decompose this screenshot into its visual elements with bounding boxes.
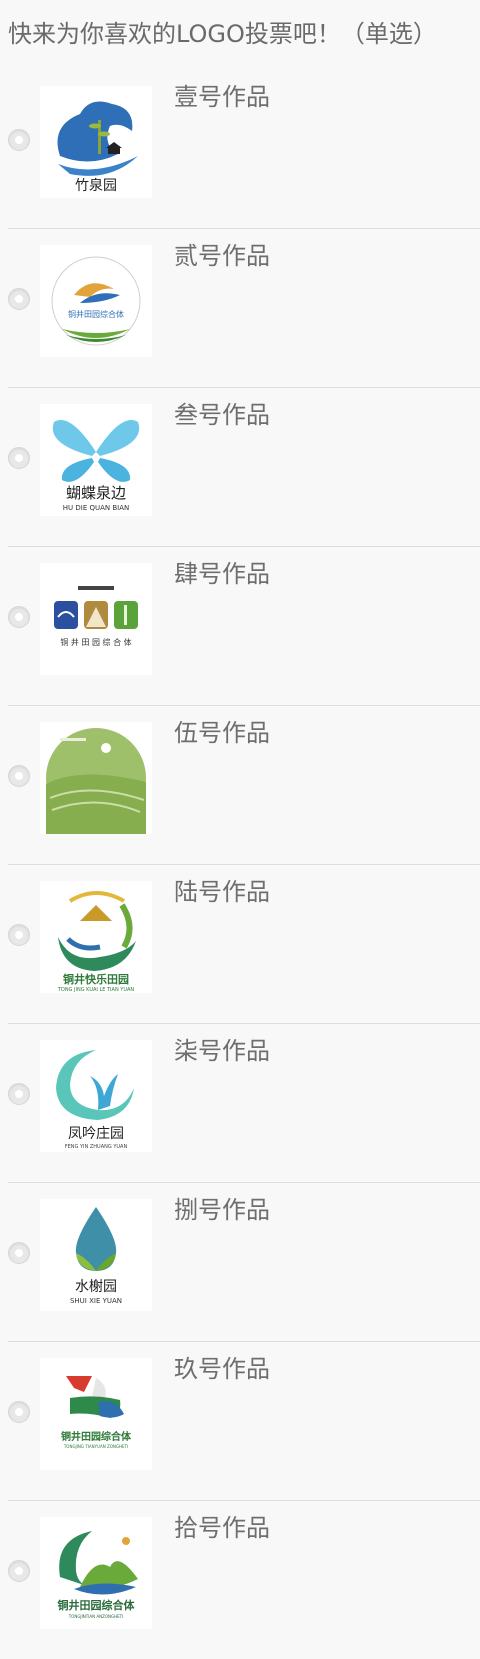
radio-button[interactable] [8,1401,30,1423]
option-1[interactable]: 竹泉园 壹号作品 [8,70,480,229]
logo-2-graphic: 铜井田园综合体 [51,256,141,346]
logo-caption: 蝴蝶泉边 [66,484,126,502]
option-logo-image: 蝴蝶泉边 HU DIE QUAN BIAN [40,404,152,516]
logo-subcaption: HU DIE QUAN BIAN [63,504,130,512]
option-label: 肆号作品 [174,560,270,588]
option-6[interactable]: 铜井快乐田园 TONG JING KUAI LE TIAN YUAN 陆号作品 [8,865,480,1024]
radio-button[interactable] [8,606,30,628]
option-logo-image: 铜井田园综合体 [40,245,152,357]
radio-button[interactable] [8,447,30,469]
logo-caption: 凤吟庄园 [68,1125,124,1142]
logo-caption: 铜井田园综合体 [61,1430,132,1443]
option-8[interactable]: 水榭园 SHUI XIE YUAN 捌号作品 [8,1183,480,1342]
logo-3-graphic: 蝴蝶泉边 HU DIE QUAN BIAN [52,420,140,512]
logo-subcaption: SHUI XIE YUAN [70,1297,122,1305]
option-7[interactable]: 凤吟庄园 FENG YIN ZHUANG YUAN 柒号作品 [8,1024,480,1183]
option-logo-image: 竹泉园 [40,86,152,198]
logo-caption: 铜井快乐田园 [62,972,129,986]
option-logo-image [40,722,152,834]
radio-button[interactable] [8,1560,30,1582]
logo-subcaption: FENG YIN ZHUANG YUAN [65,1144,128,1150]
option-label: 壹号作品 [174,83,270,111]
option-3[interactable]: 蝴蝶泉边 HU DIE QUAN BIAN 叁号作品 [8,388,480,547]
option-logo-image: 铜 井 田 园 综 合 体 [40,563,152,675]
logo-8-graphic: 水榭园 SHUI XIE YUAN [70,1207,122,1305]
option-label: 柒号作品 [174,1037,270,1065]
option-label: 玖号作品 [174,1355,270,1383]
logo-10-graphic: 铜井田园综合体 TONGJINTIAN ANZONGHETI [57,1531,138,1619]
logo-subcaption: TONGJINTIAN ANZONGHETI [68,1614,124,1619]
radio-button[interactable] [8,1242,30,1264]
logo-caption: 竹泉园 [75,177,117,194]
logo-9-graphic: 铜井田园综合体 TONGJING TIANYUAN ZONGHETI [61,1376,132,1449]
question-title: 快来为你喜欢的LOGO投票吧！（单选） [8,20,437,48]
option-logo-image: 铜井田园综合体 TONGJINTIAN ANZONGHETI [40,1517,152,1629]
option-logo-image: 水榭园 SHUI XIE YUAN [40,1199,152,1311]
option-9[interactable]: 铜井田园综合体 TONGJING TIANYUAN ZONGHETI 玖号作品 [8,1342,480,1501]
option-label: 陆号作品 [174,878,270,906]
logo-subcaption: TONGJING TIANYUAN ZONGHETI [63,1444,128,1449]
option-5[interactable]: 伍号作品 [8,706,480,865]
radio-button[interactable] [8,288,30,310]
radio-button[interactable] [8,924,30,946]
logo-7-graphic: 凤吟庄园 FENG YIN ZHUANG YUAN [56,1050,134,1150]
option-logo-image: 铜井快乐田园 TONG JING KUAI LE TIAN YUAN [40,881,152,993]
logo-5-graphic [46,728,146,834]
option-logo-image: 铜井田园综合体 TONGJING TIANYUAN ZONGHETI [40,1358,152,1470]
logo-caption: 铜 井 田 园 综 合 体 [60,637,131,647]
radio-button[interactable] [8,1083,30,1105]
option-label: 叁号作品 [174,401,270,429]
logo-caption: 铜井田园综合体 [68,309,124,319]
logo-caption: 水榭园 [75,1279,117,1295]
logo-caption: 铜井田园综合体 [57,1598,136,1612]
radio-button[interactable] [8,765,30,787]
options-list: 竹泉园 壹号作品 铜井田园综合体 贰号作品 蝴蝶泉边 HU DIE QUAN B… [0,70,480,1659]
option-label: 拾号作品 [174,1514,270,1542]
option-label: 贰号作品 [174,242,270,270]
option-label: 捌号作品 [174,1196,270,1224]
logo-1-graphic: 竹泉园 [57,101,138,194]
option-2[interactable]: 铜井田园综合体 贰号作品 [8,229,480,388]
option-10[interactable]: 铜井田园综合体 TONGJINTIAN ANZONGHETI 拾号作品 [8,1501,480,1659]
radio-button[interactable] [8,129,30,151]
option-logo-image: 凤吟庄园 FENG YIN ZHUANG YUAN [40,1040,152,1152]
logo-subcaption: TONG JING KUAI LE TIAN YUAN [57,987,135,993]
option-label: 伍号作品 [174,719,270,747]
logo-6-graphic: 铜井快乐田园 TONG JING KUAI LE TIAN YUAN [57,891,136,993]
option-4[interactable]: 铜 井 田 园 综 合 体 肆号作品 [8,547,480,706]
logo-4-graphic: 铜 井 田 园 综 合 体 [54,583,138,647]
